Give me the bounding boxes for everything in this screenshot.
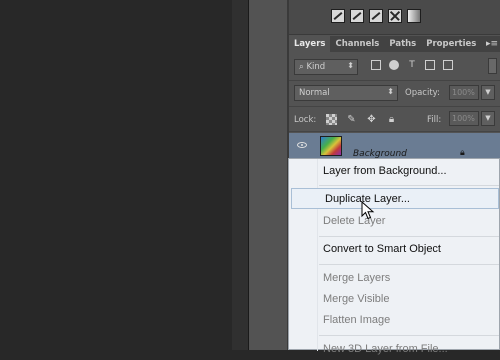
divider (289, 80, 500, 81)
fill-dropdown-arrow[interactable]: ▼ (481, 111, 495, 126)
panel-tabs: Layers Channels Paths Properties ▸≡ (289, 36, 500, 52)
canvas-scroll-region (232, 0, 248, 350)
lock-transparent-icon[interactable] (326, 114, 337, 125)
menu-separator (319, 185, 499, 186)
divider (289, 131, 500, 132)
shape-filter-icon[interactable] (425, 60, 435, 70)
style-presets (331, 9, 421, 23)
smart-object-filter-icon[interactable] (443, 60, 453, 70)
lock-position-move-icon[interactable]: ✥ (366, 114, 377, 125)
tab-channels[interactable]: Channels (330, 36, 384, 52)
filter-kind-value: Kind (306, 62, 326, 72)
document-canvas-area (0, 0, 232, 350)
opacity-label: Opacity: (405, 88, 440, 98)
menu-separator (319, 264, 499, 265)
menu-separator (319, 335, 499, 336)
chevron-updown-icon: ⬍ (347, 61, 354, 70)
lock-image-brush-icon[interactable]: ✎ (346, 114, 357, 125)
opacity-field[interactable]: 100% (449, 85, 479, 100)
menu-item-delete-layer[interactable]: Delete Layer (290, 211, 500, 232)
type-filter-icon[interactable]: T (407, 60, 417, 70)
style-preset-icon[interactable] (369, 9, 383, 23)
layer-thumbnail (320, 136, 342, 156)
filter-icons: T (371, 60, 453, 70)
fill-field[interactable]: 100% (449, 111, 479, 126)
collapsed-panel-column (249, 0, 287, 350)
menu-item-layer-from-background[interactable]: Layer from Background... (290, 161, 500, 182)
opacity-dropdown-arrow[interactable]: ▼ (481, 85, 495, 100)
menu-item-flatten-image[interactable]: Flatten Image (290, 310, 500, 331)
fill-label: Fill: (427, 115, 442, 125)
chevron-updown-icon: ⬍ (387, 87, 394, 96)
lock-all-icon[interactable]: 🔒︎ (386, 114, 397, 125)
filter-kind-select[interactable]: ⌕ Kind ⬍ (294, 59, 358, 75)
clear-style-icon[interactable] (388, 9, 402, 23)
style-preset-icon[interactable] (331, 9, 345, 23)
mouse-pointer-icon (361, 201, 375, 220)
menu-separator (319, 236, 499, 237)
filter-toggle[interactable] (488, 58, 497, 74)
blend-mode-value: Normal (299, 88, 330, 98)
layer-lock-icon: 🔒︎ (460, 148, 465, 158)
layer-row[interactable]: Background 🔒︎ (289, 133, 500, 159)
menu-item-duplicate-layer[interactable]: Duplicate Layer... (291, 188, 499, 209)
blend-mode-select[interactable]: Normal ⬍ (294, 85, 398, 101)
pixel-filter-icon[interactable] (371, 60, 381, 70)
layer-context-menu: Layer from Background... Duplicate Layer… (288, 158, 500, 355)
tab-paths[interactable]: Paths (384, 36, 421, 52)
styles-strip (289, 0, 500, 35)
menu-item-merge-layers[interactable]: Merge Layers (290, 268, 500, 289)
tab-properties[interactable]: Properties (421, 36, 481, 52)
gradient-style-icon[interactable] (407, 9, 421, 23)
divider (289, 106, 500, 107)
menu-item-convert-to-smart-object[interactable]: Convert to Smart Object (290, 239, 500, 260)
visibility-eye-icon[interactable] (297, 142, 307, 148)
lock-icons: ✎ ✥ 🔒︎ (326, 114, 397, 125)
lock-label: Lock: (294, 115, 317, 125)
tab-layers[interactable]: Layers (289, 36, 331, 52)
panel-menu-icon[interactable]: ▸≡ (486, 39, 498, 49)
adjustment-filter-icon[interactable] (389, 60, 399, 70)
menu-item-merge-visible[interactable]: Merge Visible (290, 289, 500, 310)
style-preset-icon[interactable] (350, 9, 364, 23)
